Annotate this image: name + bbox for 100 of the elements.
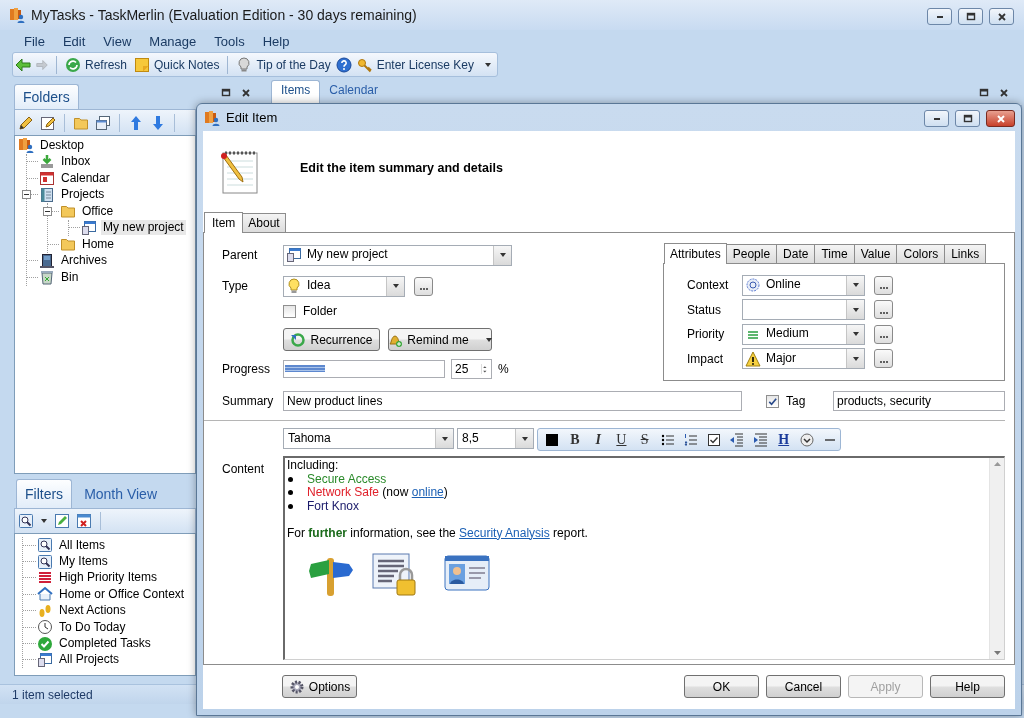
close-icon[interactable]	[240, 86, 252, 99]
tab[interactable]: People	[725, 244, 778, 263]
menu-item[interactable]: Help	[253, 33, 299, 49]
tree-item[interactable]: Office	[80, 203, 116, 219]
checkbox[interactable]	[283, 304, 296, 318]
dropdown-icon[interactable]	[798, 431, 815, 448]
caret-icon[interactable]	[40, 517, 48, 525]
type-dropdown[interactable]: Idea	[283, 275, 405, 297]
tree-item[interactable]: Bin	[59, 269, 81, 285]
tab[interactable]: Item	[204, 212, 244, 233]
tip-button[interactable]: Tip of the Day	[234, 56, 333, 73]
key-button[interactable]: Enter License Key	[354, 56, 477, 73]
help-icon[interactable]	[335, 56, 352, 73]
more-button[interactable]	[414, 276, 433, 296]
tab[interactable]: Month View	[76, 479, 166, 508]
attribute-dropdown[interactable]: Online	[742, 274, 865, 296]
close-button[interactable]	[986, 110, 1015, 127]
numbered-list-icon[interactable]	[682, 431, 699, 448]
delete-icon[interactable]	[76, 513, 92, 529]
remind-button[interactable]: Remind me	[388, 328, 492, 351]
edit-icon[interactable]	[54, 513, 70, 529]
number-field[interactable]: 25	[451, 359, 492, 379]
list-item[interactable]: Next Actions	[57, 603, 128, 619]
checkbox-icon[interactable]	[706, 431, 723, 448]
list-item[interactable]: High Priority Items	[57, 570, 160, 586]
maximize-icon[interactable]	[978, 86, 990, 99]
menu-item[interactable]: View	[94, 33, 141, 49]
edit-note-icon[interactable]	[40, 114, 56, 131]
tree-item[interactable]: Calendar	[59, 170, 112, 186]
tab[interactable]: Date	[776, 244, 816, 263]
tree-item[interactable]: Inbox	[59, 154, 93, 170]
tab[interactable]: Value	[853, 244, 898, 263]
menu-item[interactable]: Tools	[205, 33, 254, 49]
menu-item[interactable]: File	[15, 33, 54, 49]
list-item[interactable]: My Items	[57, 554, 110, 570]
text-editor[interactable]: Including: Secure Access Network Safe (now online) Fort Knox For further information, see the Security Analysis report.	[283, 456, 1005, 660]
tree-item[interactable]: Home	[80, 236, 116, 252]
more-button[interactable]	[874, 349, 893, 368]
checkbox[interactable]	[766, 394, 779, 408]
list-item[interactable]: To Do Today	[57, 619, 128, 635]
italic-button[interactable]: I	[588, 430, 609, 449]
tag-field[interactable]: products, security	[833, 391, 1005, 411]
tab[interactable]: Filters	[16, 479, 73, 508]
maximize-button[interactable]	[955, 110, 980, 127]
ok-button[interactable]: OK	[684, 675, 759, 698]
menu-item[interactable]: Edit	[53, 33, 95, 49]
notes-button[interactable]: Quick Notes	[132, 56, 222, 73]
minimize-button[interactable]	[924, 110, 949, 127]
attribute-dropdown[interactable]: Medium	[742, 323, 865, 345]
collapse-icon[interactable]	[43, 206, 52, 216]
close-icon[interactable]	[998, 86, 1010, 99]
recurrence-button[interactable]: Recurrence	[283, 328, 380, 351]
help-button[interactable]: Help	[930, 675, 1005, 698]
arrow-left-icon[interactable]	[15, 56, 31, 73]
close-button[interactable]	[989, 8, 1014, 25]
tree-item[interactable]: Desktop	[38, 137, 87, 153]
list-item[interactable]: All Projects	[57, 652, 122, 668]
tab[interactable]: Attributes	[664, 243, 727, 264]
indent-icon[interactable]	[752, 431, 769, 448]
tree-item[interactable]: My new project	[101, 220, 186, 236]
tab[interactable]: Links	[944, 244, 987, 263]
link[interactable]: Security Analysis	[459, 525, 550, 540]
scroll-down-icon[interactable]	[993, 651, 1001, 655]
collapse-icon[interactable]	[22, 190, 31, 200]
strike-button[interactable]: S	[634, 430, 655, 449]
pencil-icon[interactable]	[18, 114, 34, 131]
tree-item[interactable]: Projects	[59, 187, 107, 203]
list-item[interactable]: Home or Office Context	[57, 586, 187, 602]
list-item[interactable]: Completed Tasks	[57, 636, 153, 652]
summary-field[interactable]: New product lines	[283, 391, 742, 411]
size-dropdown[interactable]: 8,5	[457, 428, 534, 449]
color-swatch-icon[interactable]	[543, 431, 560, 448]
arrow-down-icon[interactable]	[150, 114, 166, 131]
font-dropdown[interactable]: Tahoma	[283, 428, 454, 449]
tab[interactable]: Items	[271, 80, 321, 105]
windows-icon[interactable]	[95, 114, 111, 131]
outdent-icon[interactable]	[729, 431, 746, 448]
link[interactable]: online	[411, 485, 444, 499]
menu-item[interactable]: Manage	[140, 33, 206, 49]
cancel-button[interactable]: Cancel	[766, 675, 841, 698]
tab[interactable]: About	[242, 213, 286, 232]
bold-button[interactable]: B	[565, 430, 585, 449]
maximize-icon[interactable]	[220, 86, 232, 99]
parent-dropdown[interactable]: My new project	[283, 244, 512, 266]
underline-button[interactable]: U	[611, 430, 632, 449]
attribute-dropdown[interactable]: Major	[742, 348, 865, 369]
tab[interactable]: Colors	[896, 244, 946, 263]
tab[interactable]: Folders	[14, 84, 79, 109]
tab[interactable]: Calendar	[320, 80, 388, 105]
more-button[interactable]	[874, 275, 893, 295]
heading-button[interactable]: H	[773, 430, 794, 449]
refresh-button[interactable]: Refresh	[63, 56, 130, 73]
arrow-up-icon[interactable]	[128, 114, 144, 131]
search-icon[interactable]	[18, 513, 34, 529]
minimize-button[interactable]	[927, 8, 952, 25]
more-button[interactable]	[874, 324, 893, 344]
tree-item[interactable]: Archives	[59, 253, 109, 269]
list-item[interactable]: All Items	[57, 537, 107, 553]
more-button[interactable]	[874, 300, 893, 319]
options-button[interactable]: Options	[282, 675, 357, 698]
